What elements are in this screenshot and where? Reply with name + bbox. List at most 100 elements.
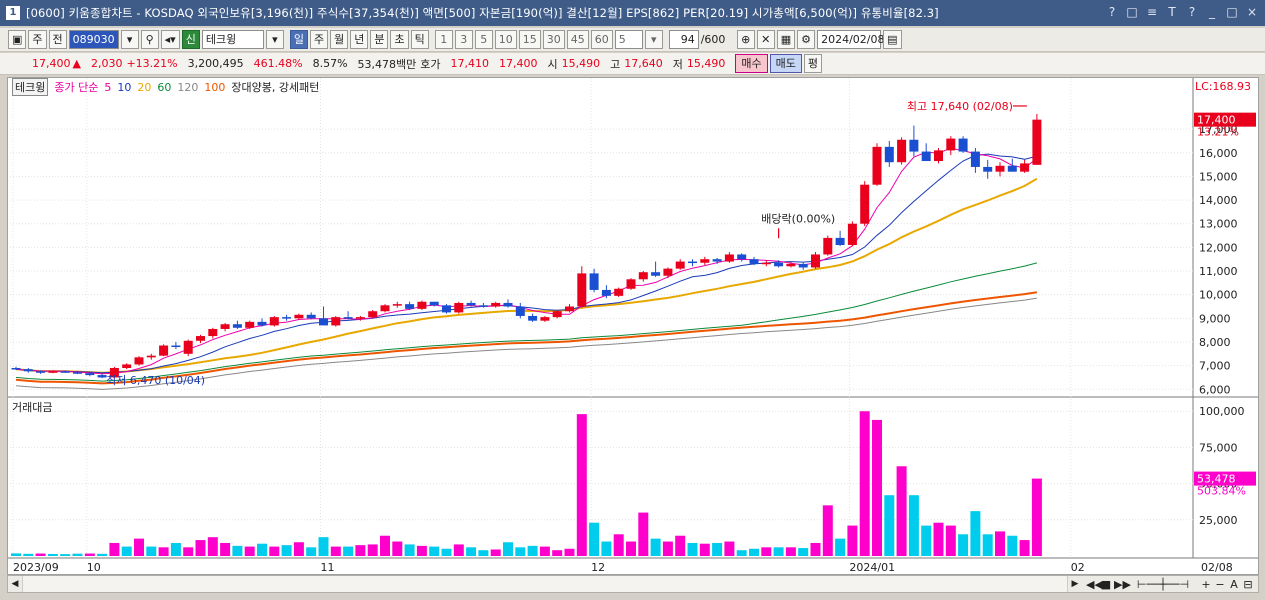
amount-value: 53,478백만 xyxy=(357,57,417,71)
bar-count-input[interactable]: 94 xyxy=(668,30,699,49)
volume-tick-label: 100,000 xyxy=(1199,405,1245,418)
restore-layout-icon[interactable]: □ xyxy=(1125,4,1139,20)
up-arrow-icon: ▲ xyxy=(72,57,81,70)
date-input[interactable]: 2024/02/08 xyxy=(817,30,885,49)
buy-button[interactable]: 매수 xyxy=(735,54,768,73)
tab-weekly[interactable]: 주 xyxy=(309,30,329,49)
low-annotation: 최저 6,470 (10/04) xyxy=(106,374,205,387)
candle-body xyxy=(257,321,267,326)
speaker-icon[interactable]: ◂▾ xyxy=(160,30,180,49)
legend-ma120: 120 xyxy=(177,80,199,94)
volume-bar xyxy=(306,547,317,556)
eval-button[interactable]: 평 xyxy=(803,54,823,73)
chart-scrollbar[interactable]: ◀ ▶ ◀◀ ■ ▶▶ ⊢──┼──⊣ + − A ⊟ xyxy=(7,575,1259,593)
scroll-right-icon[interactable]: ▶ xyxy=(1068,576,1082,592)
minute-option[interactable]: 3 xyxy=(454,30,473,49)
minute-option[interactable]: 30 xyxy=(542,30,565,49)
sell-button[interactable]: 매도 xyxy=(769,54,802,73)
chevron-down-icon[interactable]: ▾ xyxy=(265,30,284,49)
candle-body xyxy=(552,311,562,318)
close-icon[interactable]: × xyxy=(1245,4,1259,20)
candle-body xyxy=(466,302,476,306)
volume-bar xyxy=(527,545,538,556)
volume-bar xyxy=(687,542,698,556)
candle-body xyxy=(1032,119,1042,165)
tab-yearly[interactable]: 년 xyxy=(350,30,369,49)
volume-bar xyxy=(675,535,686,556)
minute-option[interactable]: 45 xyxy=(566,30,589,49)
volume-ratio: 461.48% xyxy=(253,57,303,70)
candle-body xyxy=(688,261,697,264)
scroll-track[interactable] xyxy=(22,576,1068,592)
candle-body xyxy=(122,364,132,368)
crosshair-icon[interactable]: ✕ xyxy=(756,30,775,49)
candle-body xyxy=(134,357,144,365)
x-tick-label: 10 xyxy=(87,561,101,574)
high-label: 고 xyxy=(610,57,621,71)
minute-option[interactable]: 5 xyxy=(474,30,493,49)
minimize-icon[interactable]: _ xyxy=(1205,4,1219,20)
minute-option[interactable]: 1 xyxy=(434,30,453,49)
volume-bar xyxy=(564,548,575,556)
font-icon[interactable]: T xyxy=(1165,4,1179,20)
volume-bar xyxy=(257,543,267,556)
tab-monthly[interactable]: 월 xyxy=(330,30,349,49)
price-tick-label: 9,000 xyxy=(1199,312,1231,325)
split-icon[interactable]: ⊟ xyxy=(1242,578,1254,591)
volume-bar xyxy=(576,414,587,556)
x-tick-label: 2024/01 xyxy=(849,561,895,574)
layout-icon[interactable]: ▣ xyxy=(8,30,27,49)
gear-icon[interactable]: ⚙ xyxy=(797,30,816,49)
minute-option[interactable]: 60 xyxy=(590,30,613,49)
candle-body xyxy=(23,369,33,372)
candle-body xyxy=(442,305,451,313)
chevron-down-icon[interactable]: ▾ xyxy=(120,30,139,49)
menu-icon[interactable]: ≡ xyxy=(1145,4,1159,20)
tab-second[interactable]: 초 xyxy=(390,30,409,49)
stock-name-field[interactable]: 테크윙 xyxy=(201,30,264,49)
forward-icon[interactable]: ▶▶ xyxy=(1114,578,1131,591)
zoom-slider[interactable]: ⊢──┼──⊣ xyxy=(1128,578,1198,591)
candle-body xyxy=(159,345,169,356)
volume-bar xyxy=(933,522,944,556)
credit-badge: 신 xyxy=(181,30,200,49)
calendar-icon[interactable]: ▤ xyxy=(883,30,902,49)
chart-area[interactable]: 17,000 16,000 15,000 14,000 13,000 12,000 11,0… xyxy=(7,77,1259,575)
tab-daily[interactable]: 일 xyxy=(289,30,308,49)
minute-option[interactable]: 10 xyxy=(494,30,517,49)
candle-body xyxy=(392,304,402,306)
scroll-left-icon[interactable]: ◀ xyxy=(8,576,22,592)
zoom-in-icon[interactable]: + xyxy=(1200,578,1212,591)
candle-body xyxy=(651,272,661,276)
info-icon[interactable]: ? xyxy=(1185,4,1199,20)
custom-period-input[interactable]: 5 xyxy=(614,30,643,49)
candle-body xyxy=(589,273,599,290)
volume-bar xyxy=(195,540,206,556)
zoom-out-icon[interactable]: − xyxy=(1214,578,1226,591)
indicator-icon[interactable]: ⊕ xyxy=(736,30,755,49)
prev-button[interactable]: 전 xyxy=(48,30,67,49)
candle-body xyxy=(934,150,943,162)
candle-body xyxy=(946,138,956,151)
stock-code-input[interactable]: 089030 xyxy=(68,30,119,49)
candle-body xyxy=(503,302,513,307)
text-icon[interactable]: A xyxy=(1228,578,1240,591)
period-dropdown[interactable]: 주 xyxy=(28,30,47,49)
tab-minute[interactable]: 분 xyxy=(370,30,389,49)
tab-tick[interactable]: 틱 xyxy=(410,30,429,49)
help-icon[interactable]: ? xyxy=(1105,4,1119,20)
chevron-down-icon[interactable]: ▾ xyxy=(644,30,663,49)
save-icon[interactable]: ▦ xyxy=(776,30,796,49)
x-tick-label: 02 xyxy=(1071,561,1085,574)
maximize-icon[interactable]: □ xyxy=(1225,4,1239,20)
candle-body xyxy=(909,139,919,152)
stop-icon[interactable]: ■ xyxy=(1100,578,1112,591)
rewind-icon[interactable]: ◀◀ xyxy=(1086,578,1103,591)
search-icon[interactable]: ⚲ xyxy=(140,30,159,49)
volume-bar xyxy=(761,547,772,556)
volume-bar xyxy=(773,547,784,556)
volume-bar xyxy=(392,541,403,556)
minute-option[interactable]: 15 xyxy=(518,30,541,49)
volume-bar xyxy=(355,545,366,556)
price-volume-chart[interactable]: 17,00016,00015,00014,00013,00012,00011,0… xyxy=(8,78,1258,574)
